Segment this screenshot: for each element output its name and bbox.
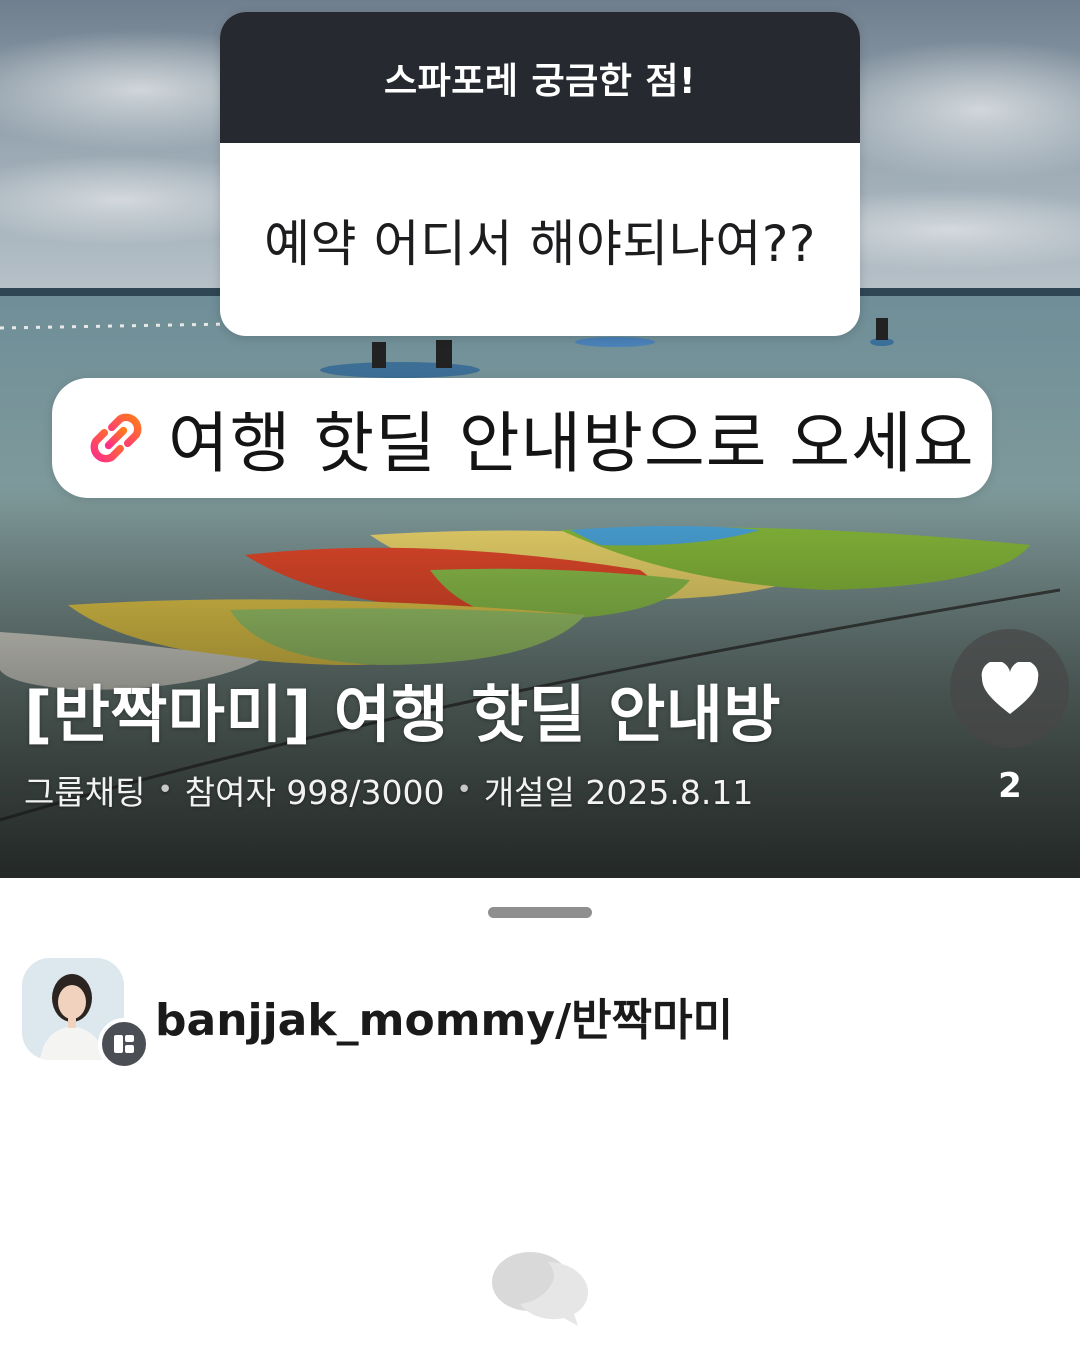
question-sticker-header: 스파포레 궁금한 점! (220, 12, 860, 143)
meta-separator: • (157, 775, 173, 805)
meta-separator: • (456, 775, 472, 805)
like-count: 2 (998, 766, 1022, 806)
chat-room-title: [반짝마미] 여행 핫딜 안내방 (24, 678, 781, 751)
link-sticker[interactable]: 여행 핫딜 안내방으로 오세요 (52, 378, 992, 498)
chat-room-meta: 그룹채팅 • 참여자 998/3000 • 개설일 2025.8.11 (24, 766, 753, 814)
link-icon (90, 413, 142, 463)
question-sticker-answer: 예약 어디서 해야되나여?? (264, 214, 816, 273)
chat-bubbles-icon (492, 1252, 588, 1326)
host-badge-icon (98, 1018, 150, 1070)
chat-room-participants: 참여자 998/3000 (184, 773, 445, 812)
like-button[interactable] (950, 629, 1069, 748)
host-name[interactable]: banjjak_mommy/반짝마미 (155, 984, 733, 1048)
host-avatar[interactable] (22, 958, 150, 1070)
link-sticker-label: 여행 핫딜 안내방으로 오세요 (168, 405, 975, 482)
question-sticker[interactable]: 스파포레 궁금한 점! 예약 어디서 해야되나여?? (220, 12, 860, 336)
chat-room-type: 그룹채팅 (24, 773, 146, 812)
chat-room-created-date: 개설일 2025.8.11 (483, 773, 754, 812)
sheet-drag-handle[interactable] (488, 907, 592, 918)
heart-icon (981, 661, 1038, 714)
